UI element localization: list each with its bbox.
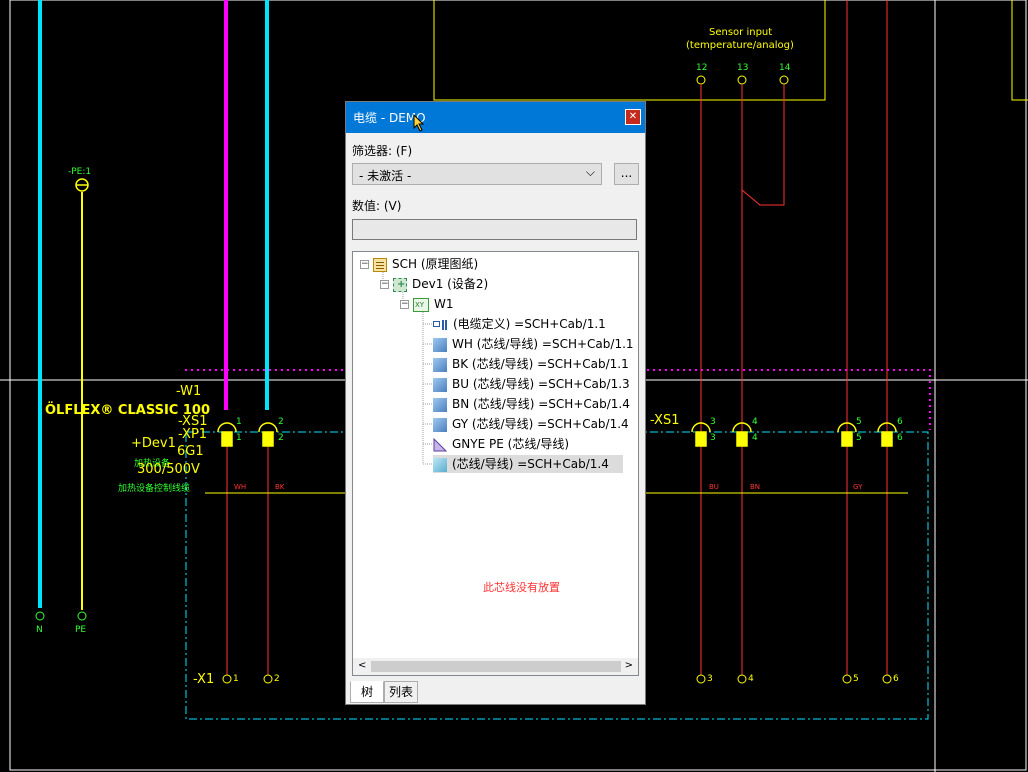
- x1-term-4: 4: [748, 674, 754, 684]
- tree-item-wire-bn[interactable]: BN (芯线/导线) =SCH+Cab/1.4: [433, 395, 630, 413]
- filter-label: 筛选器: (F): [352, 144, 413, 158]
- filter-more-button[interactable]: ...: [614, 163, 639, 185]
- term-1-bot: 1: [236, 433, 242, 443]
- bottom-pe-label: PE: [75, 625, 87, 635]
- term-4-bot: 4: [752, 433, 758, 443]
- device-icon: +: [393, 277, 407, 292]
- tree-label: GNYE PE (芯线/导线): [452, 437, 570, 451]
- expander-sch[interactable]: −: [360, 260, 369, 269]
- tree-label: BU (芯线/导线) =SCH+Cab/1.3: [452, 377, 630, 391]
- bottom-n-label: N: [36, 625, 43, 635]
- term-3-top: 3: [710, 417, 716, 427]
- wire-icon: [433, 357, 447, 372]
- chevron-down-icon: ⌵: [585, 165, 595, 179]
- x1-term-1: 1: [233, 674, 239, 684]
- tree-label: W1: [434, 297, 454, 311]
- cable-navigator-panel: 电缆 - DEMO ✕ 筛选器: (F) - 未激活 - ⌵ ... 数值: (…: [345, 101, 646, 705]
- wire-color-bu: BU: [709, 483, 719, 491]
- term-1-top: 1: [236, 417, 242, 427]
- tree-item-sch[interactable]: SCH (原理图纸): [373, 255, 478, 273]
- x1-term-3: 3: [707, 674, 713, 684]
- cable-definition-icon: [433, 318, 448, 332]
- tree-item-wire-wh[interactable]: WH (芯线/导线) =SCH+Cab/1.1: [433, 335, 634, 353]
- pe-tag: -PE:1: [68, 167, 92, 177]
- device-tag: +Dev1: [131, 436, 176, 451]
- tree-view[interactable]: − SCH (原理图纸) − + Dev1 (设备2) − XY W1 (电缆定义)…: [352, 251, 639, 676]
- close-icon: ✕: [628, 111, 638, 122]
- wire-color-bn: BN: [750, 483, 761, 491]
- sensor-title: Sensor input: [709, 27, 773, 38]
- tree-item-wire-bk[interactable]: BK (芯线/导线) =SCH+Cab/1.1: [433, 355, 629, 373]
- pe-wire-icon: [433, 437, 448, 452]
- voltage-label: 300/500V: [137, 462, 200, 477]
- tree-label: GY (芯线/导线) =SCH+Cab/1.4: [452, 417, 629, 431]
- scroll-left-icon[interactable]: <: [358, 660, 366, 671]
- term-6-top: 6: [897, 417, 903, 427]
- xp1-tag: -XP1: [178, 427, 208, 442]
- scroll-right-icon[interactable]: >: [625, 660, 633, 671]
- unplaced-annotation: 此芯线没有放置: [483, 581, 560, 594]
- panel-titlebar[interactable]: 电缆 - DEMO ✕: [346, 102, 645, 133]
- term-5-top: 5: [856, 417, 862, 427]
- xy-cable-icon: XY: [413, 297, 429, 312]
- tree-label: Dev1 (设备2): [412, 277, 489, 291]
- expander-dev1[interactable]: −: [380, 280, 389, 289]
- tree-label: (电缆定义) =SCH+Cab/1.1: [453, 317, 606, 331]
- wire-color-gy: GY: [853, 483, 863, 491]
- tree-item-w1[interactable]: XY W1: [413, 295, 454, 313]
- filter-value: - 未激活 -: [359, 169, 412, 183]
- wire-icon: [433, 417, 447, 432]
- wire-color-bk: BK: [275, 483, 285, 491]
- tree-label: WH (芯线/导线) =SCH+Cab/1.1: [452, 337, 634, 351]
- unplaced-wire-icon: [433, 457, 447, 472]
- tree-label: BN (芯线/导线) =SCH+Cab/1.4: [452, 397, 630, 411]
- term-6-bot: 6: [897, 433, 903, 443]
- tree-item-wire-gy[interactable]: GY (芯线/导线) =SCH+Cab/1.4: [433, 415, 629, 433]
- pe-terminal: [77, 611, 87, 621]
- sensor-pin-12: 12: [696, 63, 708, 73]
- cable-tag: -W1: [176, 384, 202, 399]
- x1-tag: -X1: [193, 672, 215, 687]
- tree-item-wire-gnye-pe[interactable]: GNYE PE (芯线/导线): [433, 435, 569, 453]
- xs1-right-tag: -XS1: [650, 413, 680, 428]
- term-3-bot: 3: [710, 433, 716, 443]
- value-input[interactable]: [352, 219, 637, 240]
- tab-tree[interactable]: 树: [350, 681, 384, 703]
- schematic-icon: [373, 257, 387, 272]
- x1-term-5: 5: [853, 674, 859, 684]
- cores-label: 6G1: [177, 444, 204, 459]
- x1-term-6: 6: [893, 674, 899, 684]
- cable-description: 加热设备控制线缆: [118, 484, 191, 494]
- tree-item-cable-definition[interactable]: (电缆定义) =SCH+Cab/1.1: [433, 315, 606, 333]
- term-4-top: 4: [752, 417, 758, 427]
- sensor-pin-13: 13: [737, 63, 749, 73]
- tree-label: BK (芯线/导线) =SCH+Cab/1.1: [452, 357, 629, 371]
- close-button[interactable]: ✕: [625, 109, 641, 125]
- filter-dropdown[interactable]: - 未激活 - ⌵: [352, 163, 602, 185]
- wire-icon: [433, 397, 447, 412]
- horizontal-scrollbar[interactable]: < >: [353, 658, 638, 675]
- sensor-subtitle: (temperature/analog): [686, 40, 794, 51]
- tree-item-dev1[interactable]: + Dev1 (设备2): [393, 275, 488, 293]
- term-5-bot: 5: [856, 433, 862, 443]
- expander-w1[interactable]: −: [400, 300, 409, 309]
- term-2-top: 2: [278, 417, 284, 427]
- tree-label: (芯线/导线) =SCH+Cab/1.4: [452, 457, 609, 471]
- scroll-thumb[interactable]: [371, 661, 621, 672]
- mouse-cursor-icon: [413, 114, 425, 132]
- n-terminal: [35, 611, 45, 621]
- tree-item-unplaced-wire[interactable]: (芯线/导线) =SCH+Cab/1.4: [433, 455, 623, 473]
- tab-list[interactable]: 列表: [384, 681, 418, 703]
- wire-color-wh: WH: [234, 483, 247, 491]
- wire-icon: [433, 337, 447, 352]
- term-2-bot: 2: [278, 433, 284, 443]
- x1-term-2: 2: [274, 674, 280, 684]
- value-label: 数值: (V): [352, 199, 402, 213]
- tree-label: SCH (原理图纸): [392, 257, 479, 271]
- sensor-pins: [696, 75, 789, 85]
- sensor-pin-14: 14: [779, 63, 791, 73]
- wire-icon: [433, 377, 447, 392]
- tree-item-wire-bu[interactable]: BU (芯线/导线) =SCH+Cab/1.3: [433, 375, 630, 393]
